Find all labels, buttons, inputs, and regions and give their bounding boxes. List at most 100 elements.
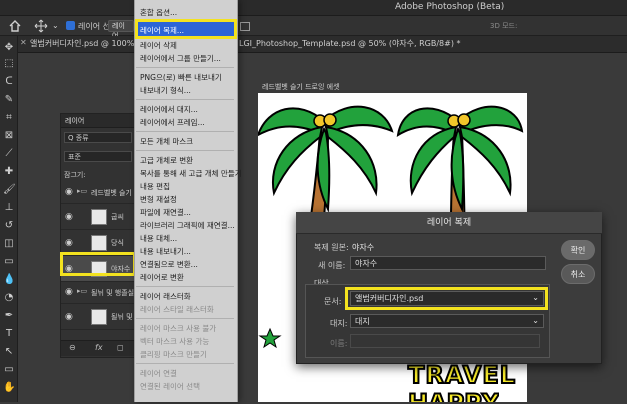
marquee-tool-icon[interactable]: ⬚ <box>3 58 15 70</box>
blur-tool-icon[interactable]: 💧 <box>3 274 15 286</box>
happy-text: HAPPY <box>408 389 499 402</box>
menu-item-select-linked-layers[interactable]: 연결된 레이어 선택 <box>140 381 200 392</box>
tab-template[interactable]: LGI_Photoshop_Template.psd @ 50% (야자수, R… <box>239 38 461 49</box>
layer-filter-search[interactable]: Q 종류 <box>64 132 132 143</box>
layer-name-input[interactable] <box>350 334 540 348</box>
document-tabs: ✕ 앨범커버디자인.psd @ 100% (... LGI_Photoshop_… <box>16 36 627 53</box>
crop-tool-icon[interactable]: ⌗ <box>3 112 15 124</box>
title-bar: Adobe Photoshop (Beta) <box>0 0 627 16</box>
menu-item-export-contents[interactable]: 내용 내보내기... <box>140 246 191 257</box>
type-tool-icon[interactable]: T <box>3 328 15 340</box>
pen-tool-icon[interactable]: ✒ <box>3 310 15 322</box>
align-icon[interactable] <box>240 22 250 31</box>
menu-item-rasterize-layer-style[interactable]: 레이어 스타일 래스터화 <box>140 304 214 315</box>
eye-icon[interactable]: ◉ <box>65 212 73 222</box>
dodge-tool-icon[interactable]: ◔ <box>3 292 15 304</box>
menu-separator <box>136 99 234 100</box>
menu-item-convert-smart-object[interactable]: 고급 개체로 변환 <box>140 155 193 166</box>
dialog-title: 레이어 복제 <box>296 212 602 234</box>
menu-item-convert-to-layers[interactable]: 레이어로 변환 <box>140 272 184 283</box>
fx-icon[interactable]: fx <box>95 343 103 352</box>
frame-tool-icon[interactable]: ⊠ <box>3 130 15 142</box>
layer-row[interactable]: ◉ 될뉘 및 행졸... <box>61 304 154 330</box>
menu-item-quick-export-png[interactable]: PNG으(로) 빠른 내보내기 <box>140 72 222 83</box>
layer-select-dropdown[interactable]: 레이어 <box>108 20 134 40</box>
layer-thumbnail <box>91 209 107 225</box>
annotation-highlight-menu <box>135 19 237 39</box>
blend-mode-select[interactable]: 표준 <box>64 151 132 162</box>
artboard-label: 레드벨벳 슬기 드로잉 에셋 <box>262 83 340 91</box>
menu-item-relink-to-file[interactable]: 파일에 재연결... <box>140 207 191 218</box>
menu-separator <box>136 318 234 319</box>
layer-row-group[interactable]: ◉ ▸▭ 레드벨벳 슬기 드로... <box>61 182 154 204</box>
menu-separator <box>136 286 234 287</box>
chevron-down-icon[interactable]: ⌄ <box>52 21 59 30</box>
layers-panel: 레이어 Q 종류 표준 잠그기: ◉ ▸▭ 레드벨벳 슬기 드로... ◉ 굽씨… <box>60 113 154 358</box>
new-name-input[interactable]: 야자수 <box>350 256 546 270</box>
cancel-button[interactable]: 취소 <box>561 264 595 284</box>
stamp-tool-icon[interactable]: ⊥ <box>3 202 15 214</box>
artboard-select-value: 대지 <box>355 317 370 326</box>
menu-item-mask-all-objects[interactable]: 모든 개체 마스크 <box>140 136 193 147</box>
layer-row-group[interactable]: ◉ ▸▭ 될뉘 및 행졸실 시... <box>61 282 149 304</box>
gradient-tool-icon[interactable]: ▭ <box>3 256 15 268</box>
annotation-highlight-layer <box>60 252 136 276</box>
move-tool-icon[interactable] <box>34 19 48 33</box>
auto-select-checkbox[interactable] <box>66 21 75 30</box>
menu-item-export-as[interactable]: 내보내기 형식... <box>140 85 191 96</box>
quick-select-icon[interactable]: ✎ <box>3 94 15 106</box>
source-value: 야자수 <box>352 243 375 252</box>
menu-item-artboard-from-layers[interactable]: 레이어에서 대지... <box>140 104 198 115</box>
menu-item-disable-layer-mask[interactable]: 레이어 마스크 사용 불가 <box>140 323 216 334</box>
menu-item-rasterize-layer[interactable]: 레이어 래스터화 <box>140 291 191 302</box>
artboard-select-label: 대지: <box>330 319 348 328</box>
path-select-icon[interactable]: ↖ <box>3 346 15 358</box>
folder-icon: ▸▭ <box>77 187 88 195</box>
menu-item-frame-from-layers[interactable]: 레이어에서 프레임... <box>140 117 205 128</box>
eraser-tool-icon[interactable]: ◫ <box>3 238 15 250</box>
menu-item-link-layers[interactable]: 레이어 연결 <box>140 368 177 379</box>
close-icon[interactable]: ✕ <box>20 38 27 47</box>
ok-button[interactable]: 확인 <box>561 240 595 260</box>
menu-item-convert-to-linked[interactable]: 연결됨으로 변환... <box>140 259 198 270</box>
move-tool-icon[interactable]: ✥ <box>3 42 15 54</box>
layers-panel-title: 레이어 <box>61 114 135 128</box>
link-icon[interactable]: ⊖ <box>69 343 76 352</box>
menu-separator <box>136 363 234 364</box>
eye-icon[interactable]: ◉ <box>65 312 73 322</box>
menu-item-blending-options[interactable]: 혼합 옵션... <box>140 7 177 18</box>
lasso-tool-icon[interactable]: ᑕ <box>3 76 15 88</box>
menu-separator <box>136 150 234 151</box>
menu-item-group-from-layers[interactable]: 레이어에서 그룹 만들기... <box>140 53 221 64</box>
menu-item-new-smart-object-via-copy[interactable]: 복사를 통해 새 고급 개체 만들기 <box>140 168 242 179</box>
tools-panel: ✥ ⬚ ᑕ ✎ ⌗ ⊠ ⟋ ✚ 🖌 ⊥ ↺ ◫ ▭ 💧 ◔ ✒ T ↖ ▭ ✋ <box>0 36 18 402</box>
hand-tool-icon[interactable]: ✋ <box>3 382 15 394</box>
menu-item-enable-vector-mask[interactable]: 벡터 마스크 사용 가능 <box>140 336 209 347</box>
eye-icon[interactable]: ◉ <box>65 238 73 248</box>
menu-item-reset-transform[interactable]: 변형 재설정 <box>140 194 177 205</box>
layer-row[interactable]: ◉ 굽씨 <box>61 204 137 230</box>
menu-item-delete-layer[interactable]: 레이어 삭제 <box>140 40 177 51</box>
eyedropper-icon[interactable]: ⟋ <box>3 148 15 160</box>
artboard-select[interactable]: 대지 ⌄ <box>350 314 544 328</box>
menu-item-edit-contents[interactable]: 내용 편집 <box>140 181 170 192</box>
eye-icon[interactable]: ◉ <box>65 187 73 197</box>
3d-mode-label: 3D 모드: <box>490 22 518 30</box>
eye-icon[interactable]: ◉ <box>65 287 73 297</box>
menu-item-relink-to-library[interactable]: 라이브러리 그래픽에 재연결... <box>140 220 235 231</box>
menu-separator <box>136 131 234 132</box>
history-brush-icon[interactable]: ↺ <box>3 220 15 232</box>
menu-item-replace-contents[interactable]: 내용 대체... <box>140 233 177 244</box>
tab-album-cover[interactable]: 앨범커버디자인.psd @ 100% (... <box>30 38 148 49</box>
layer-thumbnail <box>91 235 107 251</box>
brush-tool-icon[interactable]: 🖌 <box>3 184 16 196</box>
mask-icon[interactable]: ◻ <box>117 343 124 352</box>
source-label: 복제 원본: <box>314 243 349 252</box>
annotation-highlight-document <box>345 287 548 310</box>
home-icon[interactable] <box>8 19 22 33</box>
healing-brush-icon[interactable]: ✚ <box>3 166 15 178</box>
menu-separator <box>136 67 234 68</box>
shape-tool-icon[interactable]: ▭ <box>3 364 15 376</box>
new-name-label: 새 이름: <box>318 261 346 270</box>
menu-item-create-clipping-mask[interactable]: 클리핑 마스크 만들기 <box>140 349 207 360</box>
